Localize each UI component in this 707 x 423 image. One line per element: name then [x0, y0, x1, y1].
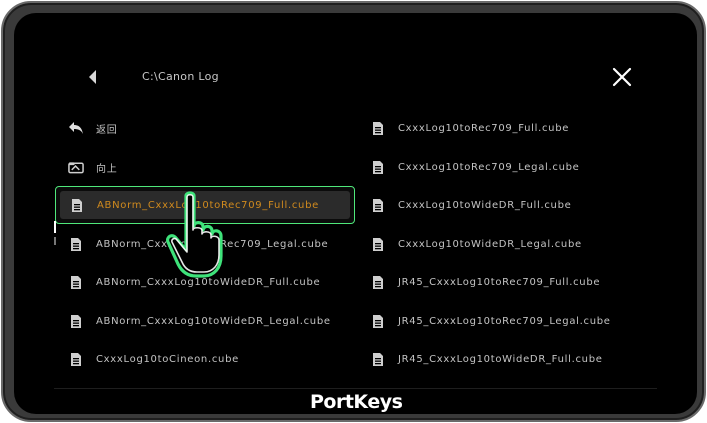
list-item-label: CxxxLog10toWideDR_Legal.cube	[398, 238, 582, 250]
list-item[interactable]: ABNorm_CxxxLog10toRec709_Legal.cube	[67, 229, 352, 259]
file-icon	[370, 274, 386, 290]
list-item-label: ABNorm_CxxxLog10toRec709_Legal.cube	[96, 238, 329, 250]
list-item-label: ABNorm_CxxxLog10toRec709_Full.cube	[97, 199, 319, 211]
screen: C:\Canon Log 返回 向上 ABNorm_CxxxLog10toRec70…	[14, 13, 697, 414]
list-item-label: JR45_CxxxLog10toRec709_Full.cube	[398, 276, 601, 288]
list-item-label: ABNorm_CxxxLog10toWideDR_Full.cube	[96, 276, 321, 288]
file-icon	[68, 274, 84, 290]
file-icon	[370, 313, 386, 329]
list-item[interactable]: JR45_CxxxLog10toRec709_Legal.cube	[369, 306, 669, 336]
file-list: 返回向上 ABNorm_CxxxLog10toRec709_Full.cube AB…	[14, 13, 697, 414]
list-item[interactable]: CxxxLog10toCineon.cube	[67, 344, 352, 374]
file-icon	[68, 351, 84, 367]
monitor-bezel: C:\Canon Log 返回 向上 ABNorm_CxxxLog10toRec70…	[1, 1, 706, 422]
list-item-label: JR45_CxxxLog10toRec709_Legal.cube	[398, 315, 611, 327]
scrollbar-track	[54, 237, 56, 245]
file-icon	[370, 159, 386, 175]
list-item-label: ABNorm_CxxxLog10toWideDR_Legal.cube	[96, 315, 331, 327]
return-arrow-icon	[68, 120, 84, 136]
list-item[interactable]: CxxxLog10toWideDR_Full.cube	[369, 190, 669, 220]
list-item-label: 返回	[96, 124, 118, 136]
list-item-label: CxxxLog10toRec709_Full.cube	[398, 122, 570, 134]
list-item[interactable]: CxxxLog10toRec709_Legal.cube	[369, 152, 669, 182]
file-icon	[370, 236, 386, 252]
selected-highlight: ABNorm_CxxxLog10toRec709_Full.cube	[60, 191, 350, 219]
file-icon	[68, 313, 84, 329]
portkeys-logo: PortKeys	[310, 391, 403, 413]
list-item-label: CxxxLog10toRec709_Legal.cube	[398, 161, 580, 173]
file-icon	[69, 197, 85, 213]
folder-up-icon	[68, 159, 84, 175]
list-item[interactable]: CxxxLog10toWideDR_Legal.cube	[369, 229, 669, 259]
file-icon	[68, 236, 84, 252]
list-item[interactable]: JR45_CxxxLog10toWideDR_Full.cube	[369, 344, 669, 374]
list-item[interactable]: 向上	[67, 152, 352, 182]
list-item[interactable]: ABNorm_CxxxLog10toWideDR_Legal.cube	[67, 306, 352, 336]
list-item-label: CxxxLog10toWideDR_Full.cube	[398, 199, 572, 211]
file-icon	[370, 120, 386, 136]
list-item-selected[interactable]: ABNorm_CxxxLog10toRec709_Full.cube	[55, 186, 355, 224]
list-item-label: CxxxLog10toCineon.cube	[96, 353, 239, 365]
list-item[interactable]: CxxxLog10toRec709_Full.cube	[369, 113, 669, 143]
list-item-label: 向上	[96, 163, 118, 175]
list-item[interactable]: JR45_CxxxLog10toRec709_Full.cube	[369, 267, 669, 297]
file-icon	[370, 197, 386, 213]
list-item[interactable]: 返回	[67, 113, 352, 143]
scrollbar-thumb[interactable]	[54, 221, 56, 233]
file-icon	[370, 351, 386, 367]
list-item[interactable]: ABNorm_CxxxLog10toWideDR_Full.cube	[67, 267, 352, 297]
list-item-label: JR45_CxxxLog10toWideDR_Full.cube	[398, 353, 603, 365]
